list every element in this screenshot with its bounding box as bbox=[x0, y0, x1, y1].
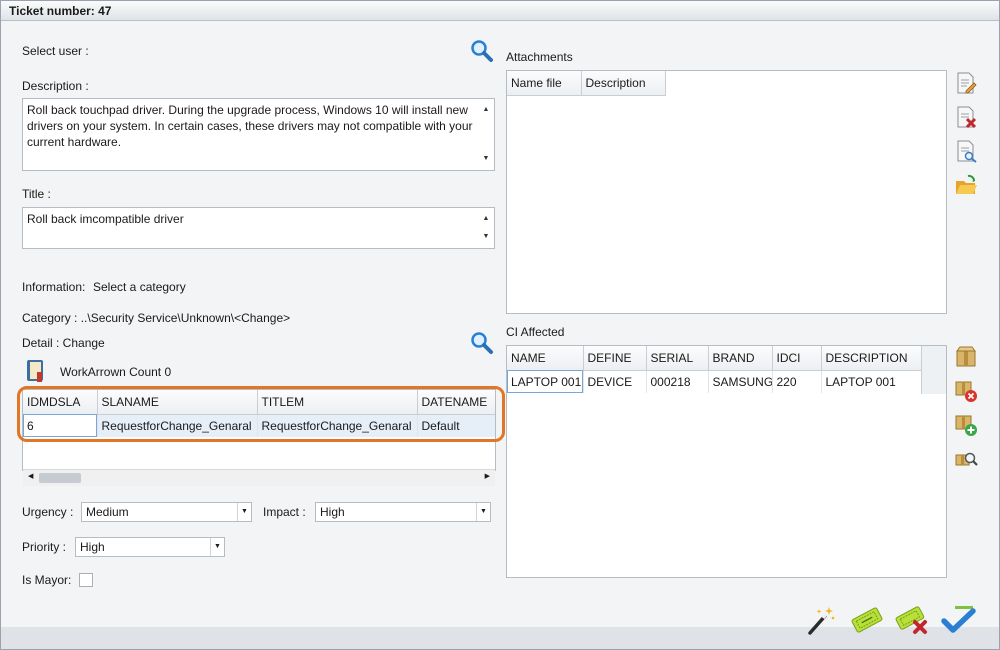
detail-text: Detail : Change bbox=[22, 336, 105, 350]
ticket-window: Ticket number: 47 Select user : Descript… bbox=[0, 0, 1000, 650]
table-cell[interactable]: 6 bbox=[23, 414, 98, 437]
is-mayor-checkbox[interactable] bbox=[79, 573, 93, 587]
table-cell[interactable]: 220 bbox=[772, 370, 822, 393]
category-path: Category : ..\Security Service\Unknown\<… bbox=[22, 311, 291, 325]
column-header[interactable]: SLANAME bbox=[97, 390, 258, 415]
title-label: Title : bbox=[22, 187, 51, 201]
delete-document-icon[interactable] bbox=[954, 105, 978, 129]
table-cell[interactable]: DEVICE bbox=[583, 370, 647, 393]
description-textarea[interactable]: Roll back touchpad driver. During the up… bbox=[22, 98, 495, 171]
information-value[interactable]: Select a category bbox=[93, 280, 186, 294]
column-header[interactable]: Name file bbox=[507, 71, 582, 96]
urgency-value: Medium bbox=[86, 505, 129, 519]
cancel-ticket-icon[interactable] bbox=[895, 604, 931, 636]
sla-horizontal-scrollbar[interactable]: ◀ ▶ bbox=[23, 469, 495, 486]
column-header[interactable]: IDCI bbox=[772, 346, 822, 371]
attachments-header-row: Name file Description bbox=[507, 71, 666, 96]
edit-document-icon[interactable] bbox=[954, 71, 978, 95]
column-header[interactable]: BRAND bbox=[708, 346, 773, 371]
magic-wand-icon[interactable] bbox=[805, 604, 837, 636]
view-document-icon[interactable] bbox=[954, 139, 978, 163]
scroll-right-icon[interactable]: ▶ bbox=[485, 472, 490, 480]
column-header[interactable]: NAME bbox=[507, 346, 584, 371]
priority-label: Priority : bbox=[22, 540, 67, 554]
scroll-down-icon[interactable]: ▼ bbox=[478, 151, 494, 167]
checkmark-icon[interactable] bbox=[941, 604, 977, 636]
sla-header-row: IDMDSLA SLANAME TITLEM DATENAME bbox=[23, 390, 495, 415]
description-text: Roll back touchpad driver. During the up… bbox=[27, 103, 473, 149]
attachments-label: Attachments bbox=[506, 50, 573, 64]
table-cell[interactable]: 000218 bbox=[646, 370, 709, 393]
impact-label: Impact : bbox=[263, 505, 306, 519]
ci-affected-label: CI Affected bbox=[506, 325, 565, 339]
chevron-down-icon[interactable]: ▼ bbox=[237, 503, 251, 521]
column-header[interactable]: Description bbox=[581, 71, 666, 96]
add-package-icon[interactable] bbox=[954, 413, 978, 437]
table-cell[interactable]: RequestforChange_Genaral bbox=[257, 414, 418, 437]
title-text: Roll back imcompatible driver bbox=[27, 212, 184, 226]
impact-select[interactable]: High ▼ bbox=[315, 502, 491, 522]
table-row[interactable]: LAPTOP 001 DEVICE 000218 SAMSUNG 220 LAP… bbox=[507, 370, 922, 393]
table-cell[interactable]: RequestforChange_Genaral bbox=[97, 414, 258, 437]
is-mayor-label: Is Mayor: bbox=[22, 573, 72, 587]
table-cell[interactable]: Default bbox=[417, 414, 495, 437]
search-package-icon[interactable] bbox=[954, 447, 978, 471]
search-icon[interactable] bbox=[470, 39, 494, 63]
search-icon[interactable] bbox=[470, 331, 494, 355]
scroll-up-icon[interactable]: ▲ bbox=[478, 211, 494, 227]
column-header[interactable]: DATENAME bbox=[417, 390, 495, 415]
urgency-select[interactable]: Medium ▼ bbox=[81, 502, 252, 522]
ci-affected-grid[interactable]: NAME DEFINE SERIAL BRAND IDCI DESCRIPTIO… bbox=[506, 345, 947, 578]
table-cell[interactable]: SAMSUNG bbox=[708, 370, 773, 393]
ticket-icon[interactable] bbox=[849, 604, 885, 636]
scroll-thumb[interactable] bbox=[39, 473, 81, 483]
title-textarea[interactable]: Roll back imcompatible driver ▲ ▼ bbox=[22, 207, 495, 249]
impact-value: High bbox=[320, 505, 345, 519]
ci-header-row: NAME DEFINE SERIAL BRAND IDCI DESCRIPTIO… bbox=[507, 346, 922, 371]
scroll-left-icon[interactable]: ◀ bbox=[28, 472, 33, 480]
remove-package-icon[interactable] bbox=[954, 379, 978, 403]
workarrow-count: WorkArrown Count 0 bbox=[60, 365, 172, 379]
description-scrollbar[interactable]: ▲ ▼ bbox=[478, 99, 494, 170]
scroll-up-icon[interactable]: ▲ bbox=[478, 102, 494, 118]
urgency-label: Urgency : bbox=[22, 505, 74, 519]
table-row[interactable]: 6 RequestforChange_Genaral RequestforCha… bbox=[23, 414, 495, 437]
book-icon bbox=[27, 360, 43, 382]
chevron-down-icon[interactable]: ▼ bbox=[476, 503, 490, 521]
column-header[interactable]: TITLEM bbox=[257, 390, 418, 415]
title-scrollbar[interactable]: ▲ ▼ bbox=[478, 208, 494, 248]
grid-filler bbox=[921, 346, 946, 394]
window-title: Ticket number: 47 bbox=[1, 1, 999, 21]
information-label: Information: bbox=[22, 280, 86, 294]
open-folder-icon[interactable] bbox=[954, 173, 978, 197]
description-label: Description : bbox=[22, 79, 89, 93]
priority-value: High bbox=[80, 540, 105, 554]
sla-grid[interactable]: IDMDSLA SLANAME TITLEM DATENAME 6 Reques… bbox=[22, 389, 496, 471]
table-cell[interactable]: LAPTOP 001 bbox=[507, 370, 584, 393]
scroll-down-icon[interactable]: ▼ bbox=[478, 229, 494, 245]
column-header[interactable]: IDMDSLA bbox=[23, 390, 98, 415]
chevron-down-icon[interactable]: ▼ bbox=[210, 538, 224, 556]
package-icon[interactable] bbox=[954, 345, 978, 369]
table-cell[interactable]: LAPTOP 001 bbox=[821, 370, 922, 393]
select-user-label: Select user : bbox=[22, 44, 89, 58]
column-header[interactable]: DESCRIPTION bbox=[821, 346, 922, 371]
attachments-grid[interactable]: Name file Description bbox=[506, 70, 947, 314]
priority-select[interactable]: High ▼ bbox=[75, 537, 225, 557]
column-header[interactable]: DEFINE bbox=[583, 346, 647, 371]
column-header[interactable]: SERIAL bbox=[646, 346, 709, 371]
